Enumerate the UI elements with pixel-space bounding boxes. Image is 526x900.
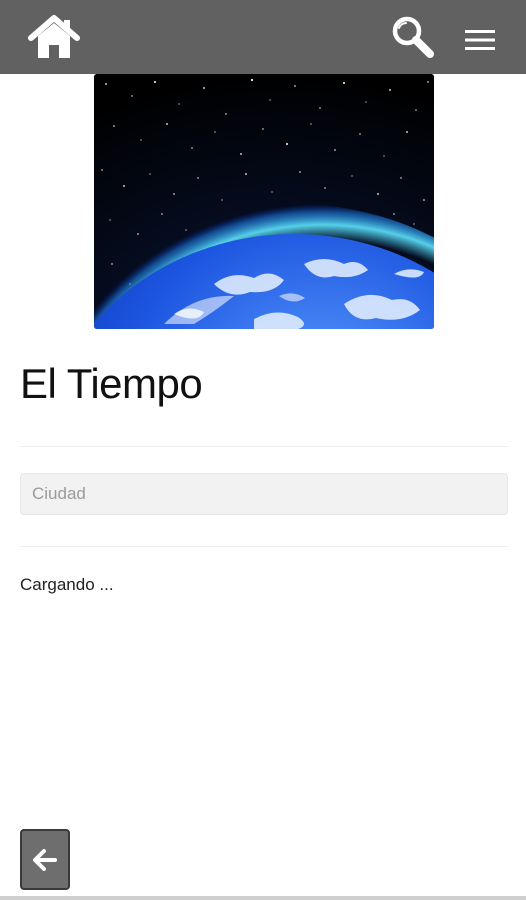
city-input[interactable]: [20, 473, 508, 515]
hamburger-menu-icon: [465, 30, 495, 50]
page-title: El Tiempo: [20, 360, 203, 407]
loading-status-text: Cargando ...: [20, 575, 114, 594]
menu-button[interactable]: [458, 22, 502, 58]
divider: [20, 546, 508, 547]
bottom-edge: [0, 896, 526, 900]
home-button[interactable]: [26, 13, 82, 63]
search-button[interactable]: [388, 14, 440, 60]
back-button[interactable]: [20, 829, 70, 890]
earth-from-space-image: [94, 74, 434, 329]
divider: [20, 446, 508, 447]
top-app-bar: [0, 0, 526, 74]
arrow-left-icon: [33, 848, 57, 871]
search-icon: [392, 16, 434, 58]
home-icon: [28, 15, 80, 58]
